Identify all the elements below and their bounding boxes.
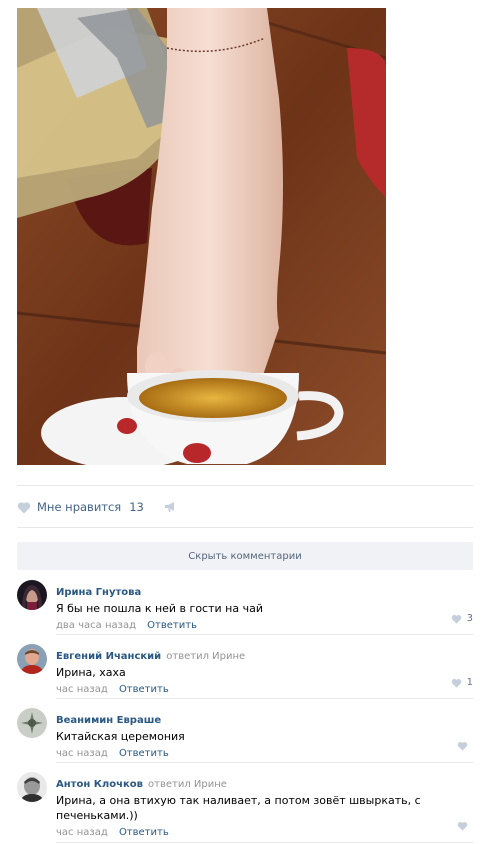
hide-comments-button[interactable]: Скрыть комментарии bbox=[17, 542, 473, 570]
heart-icon bbox=[457, 742, 468, 751]
post-divider-top bbox=[17, 485, 473, 486]
reply-button[interactable]: Ответить bbox=[147, 620, 197, 631]
comment-text: Ирина, а она втихую так наливает, а пото… bbox=[56, 794, 421, 822]
reply-button[interactable]: Ответить bbox=[119, 684, 169, 695]
replied-to[interactable]: ответил Ирине bbox=[166, 651, 245, 662]
post-photo[interactable] bbox=[17, 8, 386, 465]
comment-author[interactable]: Веанимин Евраше bbox=[56, 715, 161, 726]
comment: Ирина Гнутова Я бы не пошла к ней в гост… bbox=[17, 580, 473, 634]
comment-author[interactable]: Евгений Ичанский bbox=[56, 651, 161, 662]
comment-like[interactable] bbox=[457, 821, 473, 831]
comment-author[interactable]: Антон Клочков bbox=[56, 779, 143, 790]
heart-icon[interactable] bbox=[17, 501, 31, 514]
avatar[interactable] bbox=[17, 772, 47, 802]
avatar-photo-icon bbox=[17, 708, 47, 738]
comment-text: Китайская церемония bbox=[56, 730, 185, 743]
like-count[interactable]: 13 bbox=[129, 500, 144, 514]
post-divider-bottom bbox=[17, 527, 473, 528]
heart-icon bbox=[451, 614, 461, 624]
like-button[interactable]: Мне нравится bbox=[37, 500, 121, 514]
comment-divider bbox=[56, 842, 473, 843]
comment-time[interactable]: два часа назад bbox=[56, 620, 136, 631]
comment: Антон Клочков ответил Ирине Ирина, а она… bbox=[17, 772, 473, 840]
avatar[interactable] bbox=[17, 644, 47, 674]
comment-author[interactable]: Ирина Гнутова bbox=[56, 587, 141, 598]
avatar[interactable] bbox=[17, 708, 47, 738]
comment-time[interactable]: час назад bbox=[56, 684, 108, 695]
comment-time[interactable]: час назад bbox=[56, 827, 108, 838]
comment-like[interactable]: 3 bbox=[451, 613, 473, 624]
heart-icon bbox=[457, 822, 468, 831]
comment-like[interactable] bbox=[457, 741, 473, 751]
comment-divider bbox=[56, 698, 473, 699]
comment-time[interactable]: час назад bbox=[56, 748, 108, 759]
comment-like[interactable]: 1 bbox=[451, 677, 473, 688]
avatar[interactable] bbox=[17, 580, 47, 610]
comment-like-count: 1 bbox=[466, 677, 473, 688]
avatar-photo-icon bbox=[17, 772, 47, 802]
replied-to[interactable]: ответил Ирине bbox=[148, 779, 227, 790]
comment-text: Ирина, хаха bbox=[56, 666, 126, 679]
comment-text: Я бы не пошла к ней в гости на чай bbox=[56, 602, 263, 615]
tea-pouring-photo-icon bbox=[17, 8, 386, 465]
comment-like-count: 3 bbox=[466, 613, 473, 624]
heart-icon bbox=[451, 678, 461, 688]
comment-divider bbox=[56, 634, 473, 635]
comment: Веанимин Евраше Китайская церемония час … bbox=[17, 708, 473, 762]
post-actions: Мне нравится 13 bbox=[17, 498, 177, 516]
avatar-photo-icon bbox=[17, 644, 47, 674]
comment: Евгений Ичанский ответил Ирине Ирина, ха… bbox=[17, 644, 473, 698]
share-megaphone-icon[interactable] bbox=[164, 501, 177, 513]
avatar-photo-icon bbox=[17, 580, 47, 610]
reply-button[interactable]: Ответить bbox=[119, 827, 169, 838]
reply-button[interactable]: Ответить bbox=[119, 748, 169, 759]
comment-divider bbox=[56, 762, 473, 763]
